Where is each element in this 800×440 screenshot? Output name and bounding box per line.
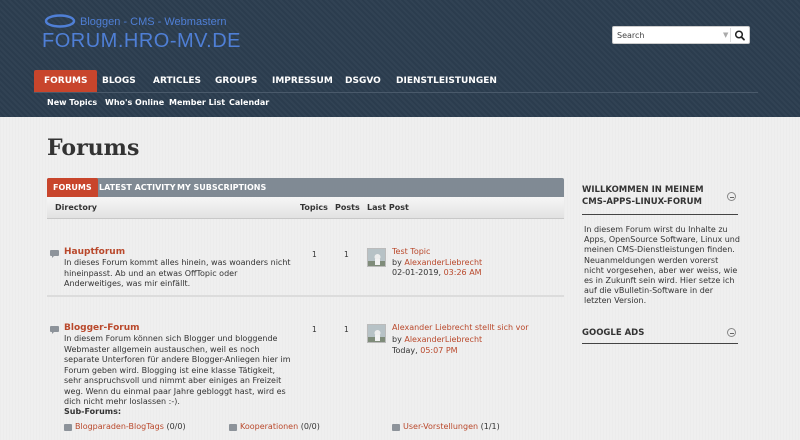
nav-tab-impressum[interactable]: IMPRESSUM	[272, 70, 333, 92]
column-header-last-post[interactable]: Last Post	[367, 203, 409, 212]
sidebar-ads-title: GOOGLE ADS	[582, 328, 645, 338]
column-header-topics[interactable]: Topics	[300, 203, 328, 212]
table-header: Directory Topics Posts Last Post	[47, 197, 564, 219]
last-post-author-link[interactable]: AlexanderLiebrecht	[404, 335, 482, 344]
search-box: ▼	[612, 26, 750, 44]
search-input[interactable]	[617, 29, 721, 41]
nav-tab-dsgvo[interactable]: DSGVO	[345, 70, 381, 92]
row-divider	[47, 295, 564, 297]
forum-title-blogger-forum[interactable]: Blogger-Forum	[64, 323, 139, 333]
sub-forum-blogparaden: Blogparaden-BlogTags (0/0)	[75, 422, 186, 431]
forum-description: In dieses Forum kommt alles hinein, was …	[64, 258, 291, 288]
sub-forum-link[interactable]: User-Vorstellungen	[403, 422, 478, 431]
forum-posts-count: 1	[344, 325, 349, 334]
site-header: Bloggen - CMS - Webmastern FORUM.HRO-MV.…	[0, 0, 800, 117]
tab-latest-activity[interactable]: LATEST ACTIVITY	[99, 178, 176, 197]
tab-forums[interactable]: FORUMS	[47, 178, 98, 197]
search-options-chevron-icon[interactable]: ▼	[723, 31, 728, 39]
forum-topics-count: 1	[312, 325, 317, 334]
forum-tabbar: FORUMS LATEST ACTIVITY MY SUBSCRIPTIONS	[47, 178, 564, 197]
sidebar-welcome-title: WILLKOMMEN IN MEINEM CMS-APPS-LINUX-FORU…	[582, 185, 704, 207]
sub-forum-kooperationen: Kooperationen (0/0)	[240, 422, 320, 431]
avatar[interactable]	[367, 324, 386, 343]
sidebar-divider	[582, 343, 738, 344]
column-header-directory[interactable]: Directory	[55, 203, 97, 212]
logo-tagline: Bloggen - CMS - Webmastern	[80, 16, 227, 28]
sub-forum-icon	[64, 424, 72, 431]
last-post-title[interactable]: Alexander Liebrecht stellt sich vor	[392, 323, 529, 332]
site-logo[interactable]: Bloggen - CMS - Webmastern FORUM.HRO-MV.…	[42, 10, 242, 58]
subnav-calendar[interactable]: Calendar	[229, 98, 269, 107]
sub-forum-user-vorstellungen: User-Vorstellungen (1/1)	[403, 422, 500, 431]
forum-description: In diesem Forum können sich Blogger und …	[64, 334, 291, 406]
subnav-whos-online[interactable]: Who's Online	[105, 98, 164, 107]
page-title: Forums	[47, 135, 140, 161]
last-post-date: 02-01-2019, 03:26 AM	[392, 268, 482, 277]
nav-tab-dienstleistungen[interactable]: DIENSTLEISTUNGEN	[396, 70, 497, 92]
forum-status-icon	[50, 250, 59, 258]
nav-tab-blogs[interactable]: BLOGS	[102, 70, 136, 92]
sidebar-ads-block: GOOGLE ADS	[582, 327, 738, 339]
logo-name: FORUM.HRO-MV.DE	[42, 30, 241, 52]
column-header-posts[interactable]: Posts	[335, 203, 360, 212]
last-post-author-link[interactable]: AlexanderLiebrecht	[404, 258, 482, 267]
nav-divider	[34, 92, 758, 93]
subnav-new-topics[interactable]: New Topics	[47, 98, 97, 107]
search-divider	[730, 28, 731, 42]
sidebar-welcome-block: WILLKOMMEN IN MEINEM CMS-APPS-LINUX-FORU…	[582, 184, 738, 208]
last-post-author: by AlexanderLiebrecht	[392, 258, 483, 267]
forum-topics-count: 1	[312, 250, 317, 259]
sidebar-divider	[582, 214, 738, 215]
collapse-icon[interactable]	[727, 328, 736, 337]
avatar[interactable]	[367, 248, 386, 267]
forum-title-hauptforum[interactable]: Hauptforum	[64, 247, 125, 257]
forum-posts-count: 1	[344, 250, 349, 259]
nav-tab-groups[interactable]: GROUPS	[215, 70, 257, 92]
tab-my-subscriptions[interactable]: MY SUBSCRIPTIONS	[177, 178, 266, 197]
sub-forum-link[interactable]: Kooperationen	[240, 422, 298, 431]
sub-forum-link[interactable]: Blogparaden-BlogTags	[75, 422, 164, 431]
collapse-icon[interactable]	[727, 192, 736, 201]
last-post-title[interactable]: Test Topic	[392, 247, 430, 256]
last-post-author: by AlexanderLiebrecht	[392, 335, 483, 344]
subnav-member-list[interactable]: Member List	[169, 98, 225, 107]
sub-forums-label: Sub-Forums:	[64, 407, 122, 416]
last-post-date: Today, 05:07 PM	[392, 346, 458, 355]
sidebar-welcome-text: In diesem Forum wirst du Inhalte zu Apps…	[584, 225, 740, 306]
sub-forum-icon	[229, 424, 237, 431]
logo-swoosh-icon	[44, 14, 76, 28]
nav-tab-articles[interactable]: ARTICLES	[153, 70, 201, 92]
forum-status-icon	[50, 326, 59, 334]
nav-tab-forums[interactable]: FORUMS	[34, 70, 98, 92]
sub-forum-icon	[392, 424, 400, 431]
search-icon[interactable]	[733, 29, 747, 42]
